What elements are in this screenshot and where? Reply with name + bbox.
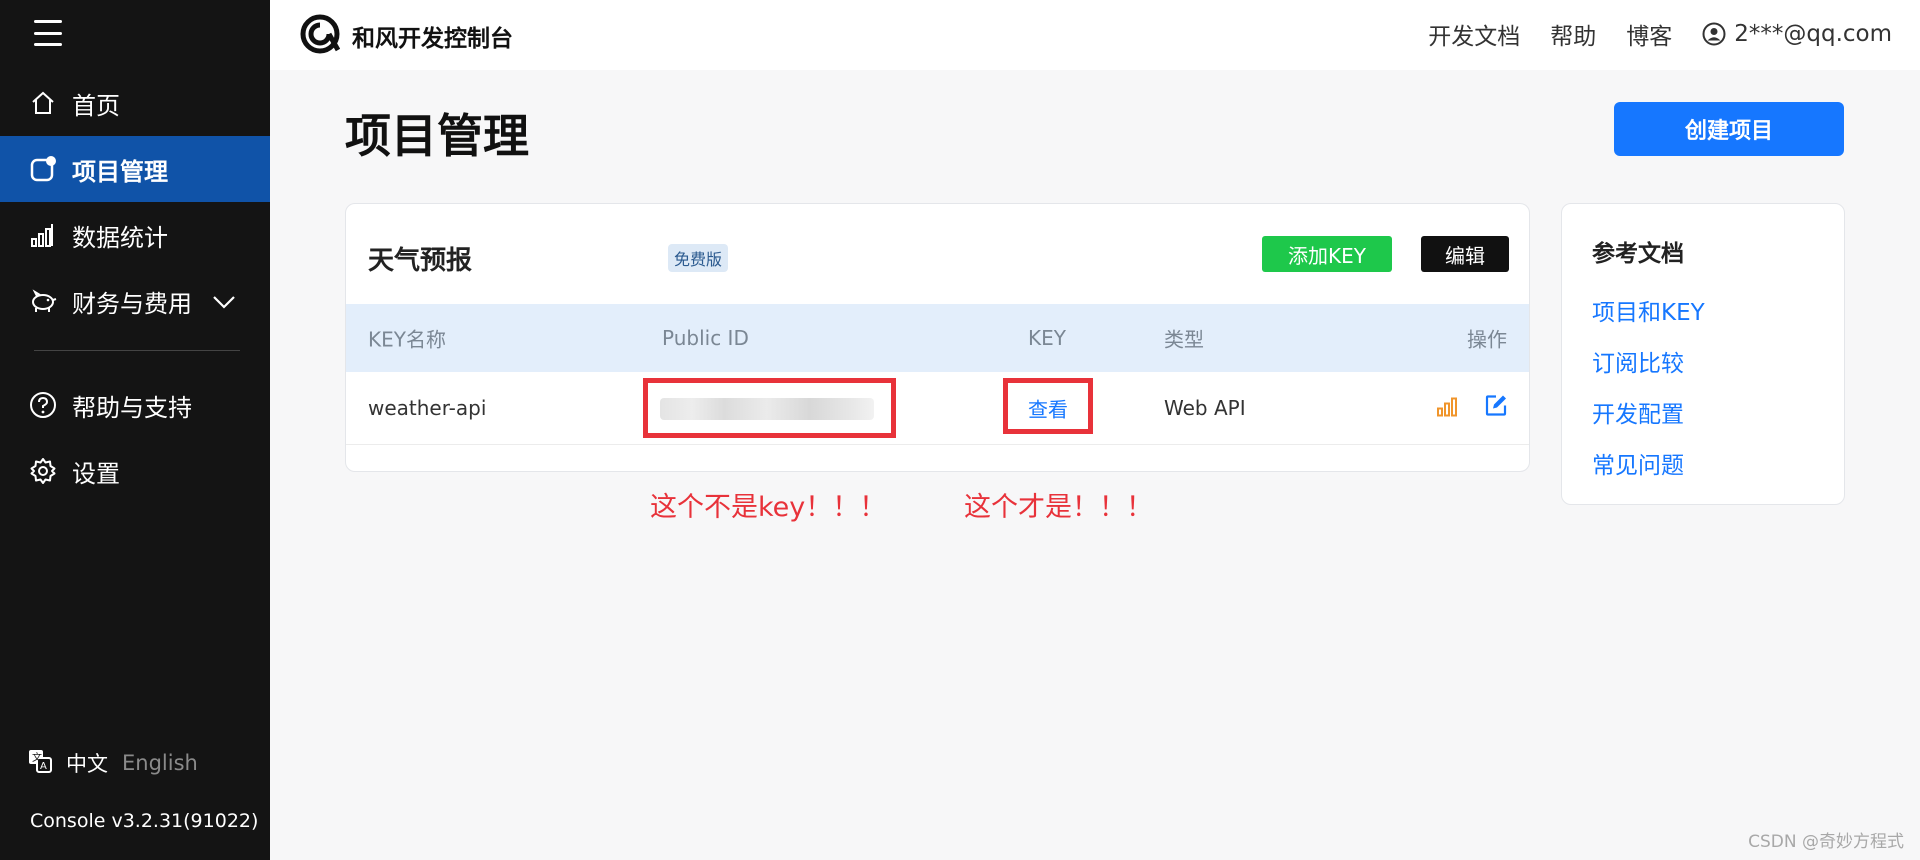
sidebar-item-label: 数据统计 bbox=[72, 223, 168, 252]
add-key-button[interactable]: 添加KEY bbox=[1262, 236, 1392, 272]
col-type: 类型 bbox=[1164, 327, 1204, 352]
key-name-cell: weather-api bbox=[368, 396, 487, 420]
sidebar: 首页 项目管理 数据统计 财务与费用 帮助与支持 设置 文 A 中文 Engli… bbox=[0, 0, 270, 860]
brand-logo-icon bbox=[300, 14, 341, 58]
bar-chart-icon bbox=[28, 220, 58, 250]
ref-link-project-key[interactable]: 项目和KEY bbox=[1592, 293, 1705, 327]
gear-icon bbox=[28, 456, 58, 486]
stats-icon[interactable] bbox=[1436, 395, 1460, 422]
console-version: Console v3.2.31(91022) bbox=[30, 810, 259, 832]
edit-button[interactable]: 编辑 bbox=[1421, 236, 1509, 272]
ref-link-subscription[interactable]: 订阅比较 bbox=[1592, 344, 1684, 378]
menu-icon[interactable] bbox=[34, 20, 62, 46]
sidebar-item-help[interactable]: 帮助与支持 bbox=[0, 372, 270, 438]
table-row: weather-api 查看 Web API bbox=[346, 372, 1529, 445]
lang-en-option[interactable]: English bbox=[122, 751, 198, 775]
svg-text:A: A bbox=[40, 761, 47, 772]
sidebar-divider bbox=[34, 350, 240, 351]
col-public-id: Public ID bbox=[662, 326, 749, 350]
type-cell: Web API bbox=[1164, 396, 1246, 420]
user-avatar-icon bbox=[1702, 22, 1726, 46]
sidebar-item-home[interactable]: 首页 bbox=[0, 70, 270, 136]
language-switch: 文A 中文 English bbox=[28, 748, 198, 778]
edit-icon[interactable] bbox=[1484, 394, 1508, 423]
page-title: 项目管理 bbox=[345, 109, 529, 163]
annotation-box-key bbox=[1003, 378, 1093, 434]
watermark: CSDN @奇妙方程式 bbox=[1748, 832, 1904, 852]
col-key: KEY bbox=[1028, 326, 1066, 350]
brand[interactable]: 和风开发控制台 bbox=[300, 14, 513, 58]
sidebar-item-label: 财务与费用 bbox=[72, 289, 192, 318]
user-menu[interactable]: 2***@qq.com bbox=[1702, 21, 1892, 47]
brand-title: 和风开发控制台 bbox=[352, 26, 513, 52]
sidebar-item-stats[interactable]: 数据统计 bbox=[0, 202, 270, 268]
question-circle-icon bbox=[28, 390, 58, 420]
sidebar-item-label: 帮助与支持 bbox=[72, 393, 192, 422]
reference-title: 参考文档 bbox=[1592, 241, 1684, 267]
top-bar: 和风开发控制台 开发文档 帮助 博客 2***@qq.com bbox=[270, 0, 1920, 70]
translate-icon: 文A bbox=[28, 749, 52, 778]
annotation-box-public-id bbox=[643, 378, 896, 438]
project-card: 天气预报 免费版 添加KEY 编辑 KEY名称 Public ID KEY 类型… bbox=[345, 203, 1530, 472]
blog-link[interactable]: 博客 bbox=[1626, 17, 1672, 51]
plan-badge: 免费版 bbox=[668, 244, 729, 272]
sidebar-item-label: 首页 bbox=[72, 91, 120, 120]
chevron-down-icon bbox=[212, 287, 236, 315]
top-links: 开发文档 帮助 博客 2***@qq.com bbox=[1398, 0, 1892, 68]
reference-docs-card: 参考文档 项目和KEY 订阅比较 开发配置 常见问题 bbox=[1561, 203, 1845, 505]
home-icon bbox=[28, 88, 58, 118]
annotation-not-key: 这个不是key！！！ bbox=[650, 492, 887, 523]
project-icon bbox=[28, 154, 58, 184]
piggy-bank-icon bbox=[28, 286, 58, 316]
table-header: KEY名称 Public ID KEY 类型 操作 bbox=[346, 304, 1529, 372]
sidebar-item-label: 项目管理 bbox=[72, 157, 168, 186]
sidebar-item-finance[interactable]: 财务与费用 bbox=[0, 268, 270, 334]
sidebar-item-label: 设置 bbox=[72, 459, 120, 488]
lang-zh-option[interactable]: 中文 bbox=[66, 748, 108, 778]
ref-link-dev-config[interactable]: 开发配置 bbox=[1592, 395, 1684, 429]
col-key-name: KEY名称 bbox=[368, 327, 446, 352]
create-project-button[interactable]: 创建项目 bbox=[1614, 102, 1844, 156]
col-actions: 操作 bbox=[1467, 327, 1507, 352]
project-name: 天气预报 bbox=[368, 246, 473, 276]
dev-docs-link[interactable]: 开发文档 bbox=[1428, 17, 1520, 51]
ref-link-faq[interactable]: 常见问题 bbox=[1592, 446, 1684, 480]
help-link[interactable]: 帮助 bbox=[1550, 17, 1596, 51]
sidebar-item-settings[interactable]: 设置 bbox=[0, 438, 270, 504]
user-email: 2***@qq.com bbox=[1734, 21, 1892, 47]
sidebar-item-projects[interactable]: 项目管理 bbox=[0, 136, 270, 202]
annotation-is-key: 这个才是！！！ bbox=[964, 492, 1153, 523]
